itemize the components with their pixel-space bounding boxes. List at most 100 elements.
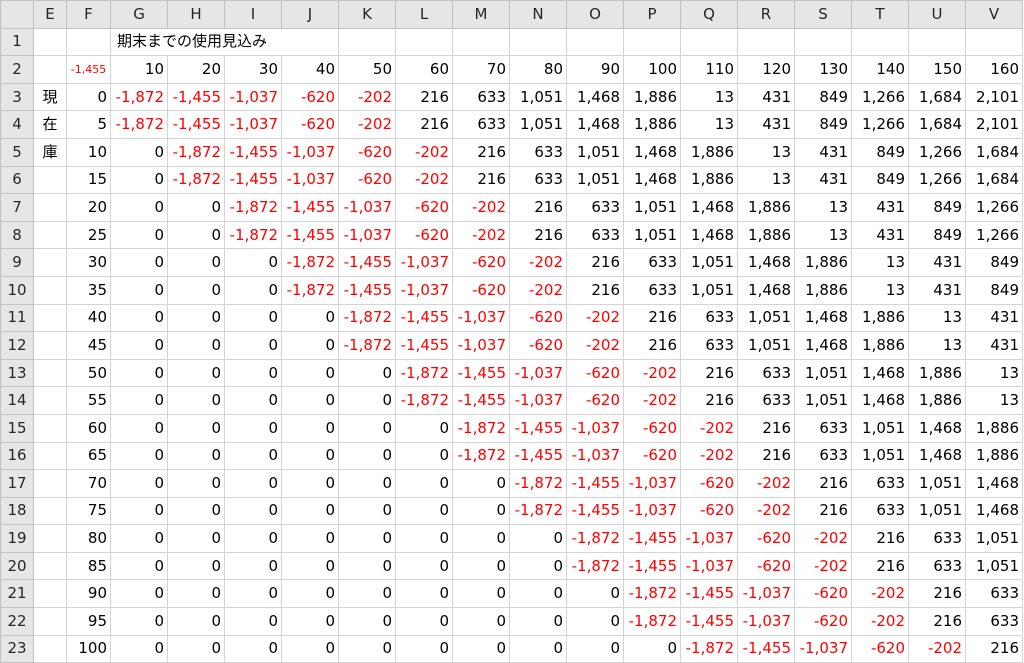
cell[interactable]: [851, 27, 909, 57]
data-cell[interactable]: 0: [281, 607, 339, 636]
data-cell[interactable]: 0: [452, 551, 510, 581]
data-cell[interactable]: 216: [908, 579, 966, 609]
row-header[interactable]: 12: [0, 331, 34, 360]
side-label-cell[interactable]: 現: [33, 82, 67, 112]
usage-header-cell[interactable]: 100: [623, 55, 681, 84]
data-cell[interactable]: 633: [623, 248, 681, 277]
data-cell[interactable]: 0: [110, 248, 168, 277]
data-cell[interactable]: 431: [737, 110, 795, 139]
data-cell[interactable]: -1,037: [680, 524, 738, 553]
data-cell[interactable]: 0: [452, 579, 510, 609]
data-cell[interactable]: 0: [167, 275, 225, 305]
data-cell[interactable]: -1,037: [509, 358, 567, 388]
data-cell[interactable]: 1,051: [851, 441, 909, 471]
column-header-M[interactable]: M: [452, 0, 510, 29]
cell[interactable]: [509, 27, 567, 57]
data-cell[interactable]: 13: [737, 137, 795, 167]
data-cell[interactable]: -202: [794, 551, 852, 581]
data-cell[interactable]: 216: [908, 607, 966, 636]
data-cell[interactable]: -1,455: [281, 193, 339, 222]
data-cell[interactable]: 0: [224, 579, 282, 609]
data-cell[interactable]: 0: [452, 634, 510, 663]
data-cell[interactable]: 0: [110, 303, 168, 333]
data-cell[interactable]: 0: [167, 358, 225, 388]
data-cell[interactable]: 1,468: [680, 220, 738, 250]
data-cell[interactable]: -1,037: [623, 496, 681, 526]
data-cell[interactable]: 1,886: [737, 220, 795, 250]
data-cell[interactable]: 849: [851, 165, 909, 195]
data-cell[interactable]: 633: [737, 386, 795, 415]
data-cell[interactable]: -1,872: [680, 634, 738, 663]
data-cell[interactable]: -620: [452, 275, 510, 305]
data-cell[interactable]: 0: [281, 579, 339, 609]
data-cell[interactable]: 1,468: [623, 137, 681, 167]
data-cell[interactable]: 1,886: [737, 193, 795, 222]
data-cell[interactable]: 0: [281, 331, 339, 360]
data-cell[interactable]: -1,037: [281, 137, 339, 167]
data-cell[interactable]: 0: [224, 248, 282, 277]
cell[interactable]: [965, 27, 1023, 57]
data-cell[interactable]: -202: [509, 275, 567, 305]
data-cell[interactable]: -1,455: [281, 220, 339, 250]
data-cell[interactable]: -620: [737, 524, 795, 553]
cell[interactable]: [452, 27, 510, 57]
data-cell[interactable]: -620: [281, 110, 339, 139]
data-cell[interactable]: -1,455: [395, 331, 453, 360]
column-header-I[interactable]: I: [224, 0, 282, 29]
usage-header-cell[interactable]: 10: [110, 55, 168, 84]
data-cell[interactable]: -620: [452, 248, 510, 277]
data-cell[interactable]: -202: [794, 524, 852, 553]
data-cell[interactable]: -202: [737, 496, 795, 526]
data-cell[interactable]: 0: [338, 441, 396, 471]
data-cell[interactable]: -202: [338, 110, 396, 139]
data-cell[interactable]: -1,872: [224, 193, 282, 222]
data-cell[interactable]: 0: [110, 496, 168, 526]
data-cell[interactable]: 633: [452, 110, 510, 139]
title-cell[interactable]: 期末までの使用見込み: [110, 27, 339, 57]
data-cell[interactable]: -1,872: [566, 551, 624, 581]
data-cell[interactable]: 0: [509, 607, 567, 636]
data-cell[interactable]: 1,468: [737, 248, 795, 277]
data-cell[interactable]: -1,037: [452, 331, 510, 360]
data-cell[interactable]: 0: [395, 551, 453, 581]
data-cell[interactable]: 0: [281, 496, 339, 526]
data-cell[interactable]: 849: [794, 110, 852, 139]
data-cell[interactable]: 0: [167, 386, 225, 415]
data-cell[interactable]: 1,266: [965, 193, 1023, 222]
usage-header-cell[interactable]: 20: [167, 55, 225, 84]
data-cell[interactable]: -1,455: [737, 634, 795, 663]
data-cell[interactable]: -1,455: [167, 110, 225, 139]
data-cell[interactable]: -1,455: [623, 551, 681, 581]
data-cell[interactable]: -1,872: [224, 220, 282, 250]
data-cell[interactable]: 0: [338, 496, 396, 526]
usage-header-cell[interactable]: 60: [395, 55, 453, 84]
column-header-P[interactable]: P: [623, 0, 681, 29]
data-cell[interactable]: -202: [338, 82, 396, 112]
data-cell[interactable]: 0: [338, 579, 396, 609]
data-cell[interactable]: -1,455: [338, 275, 396, 305]
cell[interactable]: [33, 579, 67, 609]
data-cell[interactable]: -1,037: [566, 413, 624, 443]
data-cell[interactable]: 1,051: [509, 110, 567, 139]
data-cell[interactable]: 216: [623, 303, 681, 333]
row-header[interactable]: 19: [0, 524, 34, 553]
data-cell[interactable]: 0: [281, 386, 339, 415]
data-cell[interactable]: 0: [281, 551, 339, 581]
data-cell[interactable]: -620: [509, 331, 567, 360]
data-cell[interactable]: 216: [851, 524, 909, 553]
usage-header-cell[interactable]: 130: [794, 55, 852, 84]
data-cell[interactable]: 633: [566, 193, 624, 222]
data-cell[interactable]: 849: [851, 137, 909, 167]
data-cell[interactable]: 0: [110, 551, 168, 581]
data-cell[interactable]: 0: [167, 220, 225, 250]
row-header[interactable]: 21: [0, 579, 34, 609]
data-cell[interactable]: 0: [110, 193, 168, 222]
data-cell[interactable]: -620: [566, 386, 624, 415]
data-cell[interactable]: 216: [566, 275, 624, 305]
data-cell[interactable]: 216: [851, 551, 909, 581]
column-header-T[interactable]: T: [851, 0, 909, 29]
usage-header-cell[interactable]: 40: [281, 55, 339, 84]
data-cell[interactable]: -202: [908, 634, 966, 663]
data-cell[interactable]: 849: [908, 193, 966, 222]
data-cell[interactable]: 1,684: [908, 82, 966, 112]
